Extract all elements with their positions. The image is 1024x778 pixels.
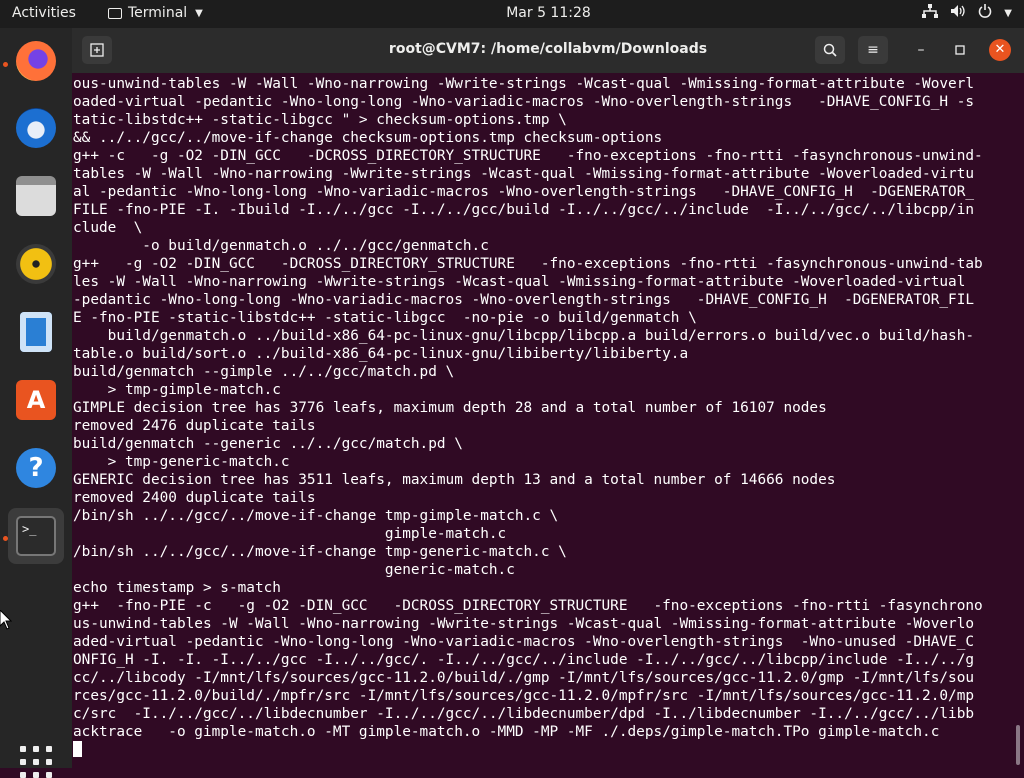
terminal-line: build/genmatch --gimple ../../gcc/match.… — [73, 364, 455, 380]
dock-item-firefox[interactable] — [8, 33, 64, 89]
terminal-line: -pedantic -Wno-long-long -Wno-variadic-m… — [73, 292, 975, 308]
top-bar: Activities Terminal ▼ Mar 5 11:28 ▼ — [0, 0, 1024, 28]
terminal-line: al -pedantic -Wno-long-long -Wno-variadi… — [73, 184, 975, 200]
terminal-line: gimple-match.c — [384, 526, 507, 542]
terminal-line: g++ -fno-PIE -c -g -O2 -DIN_GCC -DCROSS_… — [73, 598, 983, 614]
search-icon — [823, 43, 837, 57]
terminal-line: -o build/genmatch.o ../../gcc/genmatch.c — [142, 238, 489, 254]
close-button[interactable]: ✕ — [989, 39, 1011, 61]
terminal-line: GENERIC decision tree has 3511 leafs, ma… — [73, 472, 836, 488]
terminal-line: tatic-libstdc++ -static-libgcc " > check… — [73, 112, 567, 128]
terminal-line: > tmp-gimple-match.c — [107, 382, 281, 398]
dock-item-software[interactable]: A — [8, 372, 64, 428]
terminal-line: clude \ — [73, 220, 143, 236]
terminal-window: root@CVM7: /home/collabvm/Downloads ≡ – … — [72, 28, 1024, 768]
rhythmbox-icon — [16, 244, 56, 284]
thunderbird-icon — [16, 108, 56, 148]
terminal-line: removed 2400 duplicate tails — [73, 490, 316, 506]
terminal-line: /bin/sh ../../gcc/../move-if-change tmp-… — [73, 544, 567, 560]
terminal-line: E -fno-PIE -static-libstdc++ -static-lib… — [73, 310, 697, 326]
terminal-cursor — [73, 741, 82, 757]
chevron-down-icon[interactable]: ▼ — [1004, 8, 1012, 19]
terminal-line: oaded-virtual -pedantic -Wno-long-long -… — [73, 94, 975, 110]
terminal-line: acktrace -o gimple-match.o -MT gimple-ma… — [73, 724, 940, 740]
help-icon: ? — [16, 448, 56, 488]
terminal-line: cc/../libcody -I/mnt/lfs/sources/gcc-11.… — [73, 670, 975, 686]
terminal-line: GIMPLE decision tree has 3776 leafs, max… — [73, 400, 827, 416]
terminal-line: les -W -Wall -Wno-narrowing -Wwrite-stri… — [73, 274, 966, 290]
terminal-line: c/src -I../../gcc/../libdecnumber -I../.… — [73, 706, 975, 722]
volume-icon[interactable] — [950, 4, 966, 22]
dock-item-thunderbird[interactable] — [8, 100, 64, 156]
terminal-line: table.o build/sort.o ../build-x86_64-pc-… — [73, 346, 689, 362]
mouse-pointer-icon — [0, 610, 12, 630]
firefox-icon — [16, 41, 56, 81]
network-icon[interactable] — [922, 4, 939, 22]
terminal-line: aded-virtual -pedantic -Wno-long-long -W… — [73, 634, 975, 650]
menu-button[interactable]: ≡ — [858, 36, 888, 64]
software-icon: A — [16, 380, 56, 420]
title-bar[interactable]: root@CVM7: /home/collabvm/Downloads ≡ – … — [72, 28, 1024, 73]
terminal-text: ous-unwind-tables -W -Wall -Wno-narrowin… — [73, 75, 983, 759]
dock-item-files[interactable] — [8, 168, 64, 224]
terminal-line: && ../../gcc/../move-if-change checksum-… — [73, 130, 663, 146]
power-icon[interactable] — [978, 4, 992, 22]
terminal-line: ous-unwind-tables -W -Wall -Wno-narrowin… — [73, 76, 975, 92]
terminal-line: ONFIG_H -I. -I. -I../../gcc -I../../gcc/… — [73, 652, 975, 668]
terminal-line: rces/gcc-11.2.0/build/./mpfr/src -I/mnt/… — [73, 688, 975, 704]
files-icon — [16, 176, 56, 216]
maximize-button[interactable] — [949, 39, 971, 61]
terminal-line: build/genmatch --generic ../../gcc/match… — [73, 436, 463, 452]
hamburger-icon: ≡ — [867, 42, 879, 58]
scrollbar[interactable] — [1016, 725, 1020, 765]
search-button[interactable] — [815, 36, 845, 64]
show-applications-icon[interactable] — [20, 746, 52, 778]
terminal-line: removed 2476 duplicate tails — [73, 418, 316, 434]
clock[interactable]: Mar 5 11:28 — [0, 5, 1024, 21]
terminal-line: echo timestamp > s-match — [73, 580, 281, 596]
minimize-button[interactable]: – — [910, 39, 932, 61]
terminal-line: us-unwind-tables -W -Wall -Wno-narrowing… — [73, 616, 975, 632]
terminal-line: generic-match.c — [384, 562, 515, 578]
system-tray[interactable]: ▼ — [922, 4, 1012, 22]
terminal-line: g++ -g -O2 -DIN_GCC -DCROSS_DIRECTORY_ST… — [73, 256, 983, 272]
dock-item-terminal[interactable]: >_ — [8, 508, 64, 564]
terminal-line: g++ -c -g -O2 -DIN_GCC -DCROSS_DIRECTORY… — [73, 148, 983, 164]
terminal-line: build/genmatch.o ../build-x86_64-pc-linu… — [107, 328, 975, 344]
dock: A ? >_ — [0, 28, 72, 778]
dock-item-help[interactable]: ? — [8, 440, 64, 496]
terminal-line: > tmp-generic-match.c — [107, 454, 290, 470]
terminal-output[interactable]: ous-unwind-tables -W -Wall -Wno-narrowin… — [72, 73, 1024, 768]
terminal-line: /bin/sh ../../gcc/../move-if-change tmp-… — [73, 508, 559, 524]
libreoffice-writer-icon — [20, 312, 52, 352]
dock-item-rhythmbox[interactable] — [8, 236, 64, 292]
terminal-line: FILE -fno-PIE -I. -Ibuild -I../../gcc -I… — [73, 202, 975, 218]
terminal-line: tables -W -Wall -Wno-narrowing -Wwrite-s… — [73, 166, 975, 182]
dock-item-writer[interactable] — [8, 304, 64, 360]
terminal-icon: >_ — [16, 516, 56, 556]
